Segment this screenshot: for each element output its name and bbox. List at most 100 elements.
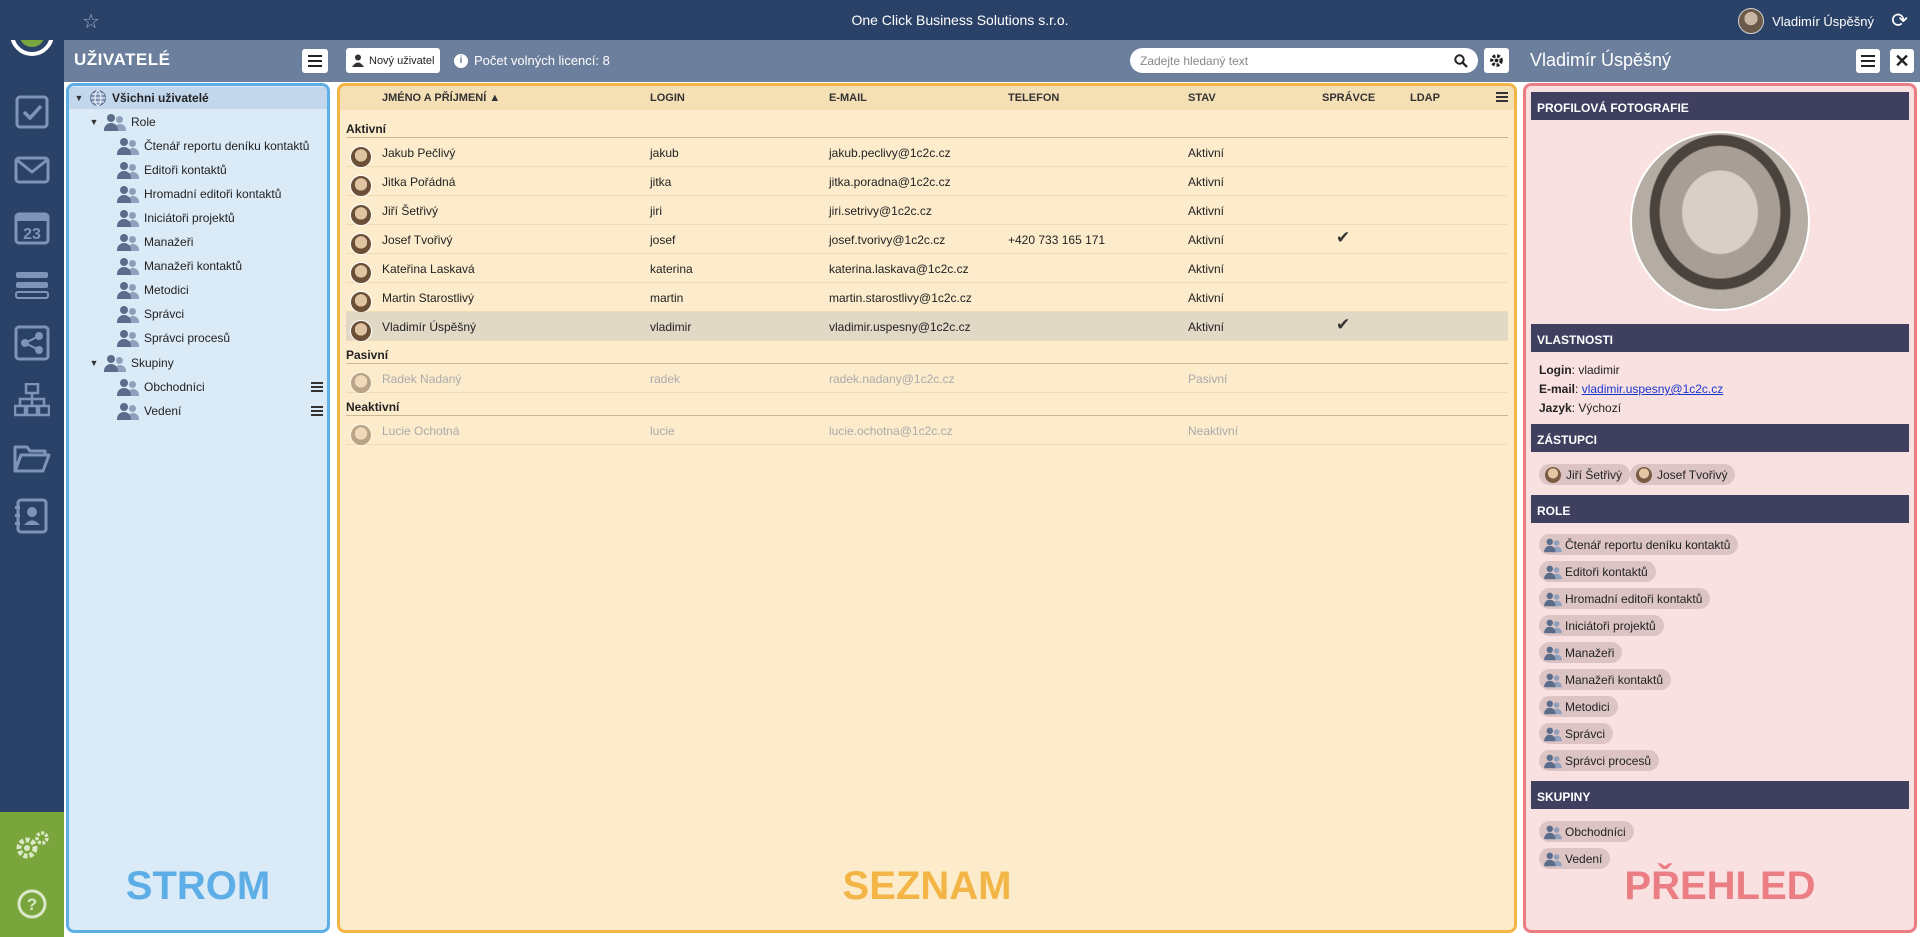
tasks-check-icon[interactable] [12, 92, 52, 132]
close-button[interactable]: ✕ [1890, 49, 1914, 73]
tree-item-group-entry[interactable]: Vedení [117, 400, 327, 422]
column-phone[interactable]: TELEFON [1008, 92, 1059, 104]
collapse-toggle-icon[interactable]: ▼ [89, 117, 99, 127]
gear-icon [1490, 54, 1503, 67]
table-row[interactable]: Jiří Šetřivý jiri jiri.setrivy@1c2c.cz Akti… [346, 196, 1508, 226]
role-chip[interactable]: Editoři kontaktů [1539, 561, 1656, 582]
tree-item-all-users[interactable]: ▼ Všichni uživatelé [69, 87, 327, 109]
user-avatar [1738, 8, 1765, 34]
column-login[interactable]: LOGIN [650, 92, 685, 104]
column-email[interactable]: E-MAIL [829, 92, 867, 104]
email-link[interactable]: vladimir.uspesny@1c2c.cz [1582, 382, 1724, 396]
tree-item-role-entry[interactable]: Editoři kontaktů [117, 159, 227, 181]
table-row[interactable]: Josef Tvořivý josef josef.tvorivy@1c2c.cz +… [346, 225, 1508, 255]
column-status[interactable]: STAV [1188, 92, 1216, 104]
deputy-chip[interactable]: Jiří Šetřivý [1539, 464, 1631, 485]
cell-status: Aktivní [1188, 233, 1225, 247]
role-chip[interactable]: Metodici [1539, 696, 1618, 717]
collapse-toggle-icon[interactable]: ▼ [74, 93, 84, 103]
tree-header: UŽIVATELÉ [64, 40, 334, 82]
tree-item-label: Obchodníci [144, 380, 205, 394]
table-row[interactable]: Martin Starostlivý martin martin.starostli… [346, 283, 1508, 313]
table-row[interactable]: Lucie Ochotná lucie lucie.ochotna@1c2c.cz N… [346, 416, 1508, 446]
cell-status: Aktivní [1188, 204, 1225, 218]
group-menu-icon[interactable] [311, 382, 323, 392]
info-icon: i [454, 53, 468, 68]
role-icon [1544, 753, 1562, 768]
column-ldap[interactable]: LDAP [1410, 92, 1440, 104]
role-chip[interactable]: Správci procesů [1539, 750, 1660, 771]
role-icon [1544, 699, 1562, 714]
tree-item-role-entry[interactable]: Hromadní editoři kontaktů [117, 183, 281, 205]
search-icon[interactable] [1454, 53, 1468, 68]
table-row[interactable]: Jakub Pečlivý jakub jakub.peclivy@1c2c.cz A… [346, 138, 1508, 168]
deputies-heading: ZÁSTUPCI [1531, 424, 1909, 452]
calendar-icon[interactable]: 23 [12, 207, 52, 247]
deputy-chip[interactable]: Josef Tvořivý [1630, 464, 1736, 485]
tree-item-role-entry[interactable]: Správci [117, 303, 184, 325]
settings-icon[interactable] [12, 826, 52, 866]
role-icon [117, 329, 139, 347]
cell-name: Jakub Pečlivý [382, 146, 456, 160]
login-value: vladimir [1578, 363, 1620, 377]
workflow-icon[interactable] [12, 323, 52, 363]
role-chip[interactable]: Manažeři [1539, 642, 1623, 663]
tree-item-role-entry[interactable]: Metodici [117, 279, 189, 301]
tree-item-role-entry[interactable]: Manažeři [117, 231, 193, 253]
table-row[interactable]: Kateřina Laskavá katerina katerina.laskava… [346, 254, 1508, 284]
cell-email: vladimir.uspesny@1c2c.cz [829, 320, 971, 334]
folder-icon[interactable] [12, 438, 52, 478]
role-chip[interactable]: Čtenář reportu deníku kontaktů [1539, 534, 1739, 555]
new-user-button[interactable]: Nový uživatel [346, 48, 441, 73]
role-icon [1544, 564, 1562, 579]
role-icon [117, 161, 139, 179]
tree-item-label: Manažeři [144, 235, 194, 249]
groups-heading: SKUPINY [1531, 781, 1909, 809]
table-row[interactable]: Vladimír Úspěšný vladimir vladimir.uspesny… [346, 312, 1508, 342]
tree-item-group-entry[interactable]: Obchodníci [117, 376, 327, 398]
current-user[interactable]: Vladimír Úspěšný [1738, 8, 1874, 34]
user-icon [352, 54, 364, 67]
tree-item-role-entry[interactable]: Čtenář reportu deníku kontaktů [117, 135, 309, 157]
tree-item-role-entry[interactable]: Správci procesů [117, 327, 230, 349]
tree-item-role-entry[interactable]: Manažeři kontaktů [117, 255, 242, 277]
list-watermark: SEZNAM [842, 864, 1012, 908]
group-chip[interactable]: Obchodníci [1539, 821, 1634, 842]
collapse-toggle-icon[interactable]: ▼ [89, 358, 99, 368]
table-row[interactable]: Jitka Pořádná jitka jitka.poradna@1c2c.cz A… [346, 167, 1508, 197]
cell-status: Aktivní [1188, 146, 1225, 160]
tree-item-role-entry[interactable]: Iniciátoři projektů [117, 207, 235, 229]
org-chart-icon[interactable] [12, 380, 52, 420]
role-chip[interactable]: Iniciátoři projektů [1539, 615, 1664, 636]
role-chip[interactable]: Správci [1539, 723, 1614, 744]
board-icon[interactable] [12, 265, 52, 305]
tree-item-label: Vedení [144, 404, 182, 418]
refresh-icon[interactable]: ⟳ [1891, 8, 1908, 33]
avatar [350, 291, 372, 313]
cell-email: radek.nadany@1c2c.cz [829, 372, 955, 386]
columns-menu-icon[interactable] [1496, 92, 1508, 102]
mail-icon[interactable] [12, 150, 52, 190]
search-input[interactable] [1140, 53, 1454, 68]
tree-item-groups[interactable]: ▼ Skupiny [89, 352, 174, 374]
cell-name: Martin Starostlivý [382, 291, 475, 305]
column-admin[interactable]: SPRÁVCE [1322, 92, 1375, 104]
detail-menu-button[interactable] [1856, 49, 1880, 73]
cell-status: Aktivní [1188, 320, 1225, 334]
contacts-icon[interactable] [12, 496, 52, 536]
group-menu-icon[interactable] [311, 406, 323, 416]
role-icon [117, 233, 139, 251]
tree-menu-button[interactable] [302, 49, 328, 73]
group-icon [117, 402, 139, 420]
role-chip[interactable]: Hromadní editoři kontaktů [1539, 588, 1711, 609]
help-icon[interactable]: ? [12, 884, 52, 924]
column-name[interactable]: JMÉNO A PŘÍJMENÍ ▲ [382, 92, 500, 104]
role-chip[interactable]: Manažeři kontaktů [1539, 669, 1672, 690]
deputy-name: Josef Tvořivý [1657, 467, 1728, 482]
tree-item-role[interactable]: ▼ Role [89, 111, 156, 133]
list-settings-button[interactable] [1484, 48, 1509, 73]
groups-group-icon [104, 354, 126, 372]
users-title: UŽIVATELÉ [74, 50, 171, 69]
avatar [350, 320, 372, 342]
table-row[interactable]: Radek Nadaný radek radek.nadany@1c2c.cz Pas… [346, 364, 1508, 394]
